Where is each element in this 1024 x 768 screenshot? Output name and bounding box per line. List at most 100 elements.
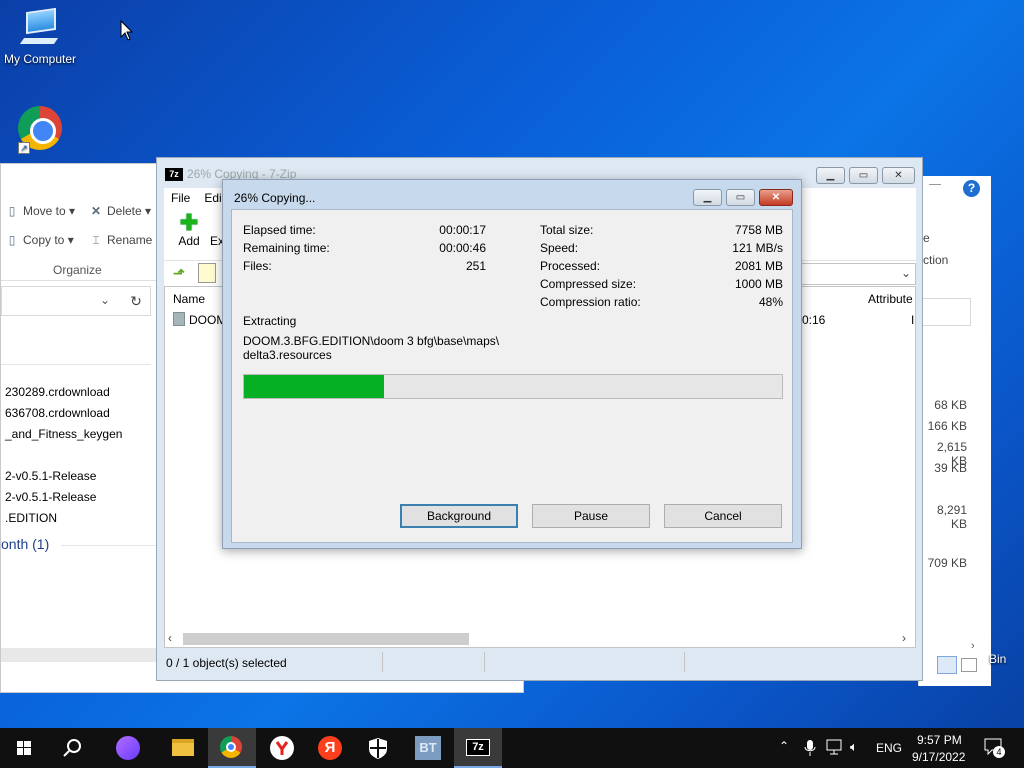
pause-button[interactable]: Pause xyxy=(532,504,650,528)
rename-button[interactable]: ⌶ Rename xyxy=(89,233,152,248)
progress-dialog[interactable]: 26% Copying... ▁ ▭ ✕ Elapsed time: 00:00… xyxy=(222,179,802,549)
move-to-button[interactable]: ▯ Move to ▾ xyxy=(5,204,75,218)
bt-taskbar-button[interactable]: BT xyxy=(404,728,452,768)
desktop-icon-my-computer[interactable]: My Computer xyxy=(0,7,80,66)
file-row-name[interactable]: DOOM xyxy=(189,313,226,327)
security-taskbar-button[interactable] xyxy=(354,728,402,768)
recycle-bin-label: Bin xyxy=(989,652,1007,666)
add-button[interactable]: ✚ Add xyxy=(172,210,206,249)
help-icon[interactable]: ? xyxy=(963,180,980,197)
delete-button[interactable]: ✕ Delete ▾ xyxy=(89,204,151,218)
list-item[interactable]: _and_Fitness_keygen xyxy=(5,427,122,441)
dialog-maximize-button[interactable]: ▭ xyxy=(726,189,755,206)
background-button[interactable]: Background xyxy=(400,504,518,528)
cancel-button[interactable]: Cancel xyxy=(664,504,782,528)
dialog-body: Elapsed time: 00:00:17 Remaining time: 0… xyxy=(231,209,793,543)
list-item[interactable]: 2-v0.5.1-Release xyxy=(5,469,96,483)
yandex-icon: Я xyxy=(318,736,342,760)
language-indicator[interactable]: ENG xyxy=(876,741,902,755)
maximize-button[interactable]: ▭ xyxy=(849,167,878,184)
minimize-button[interactable]: ▁ xyxy=(816,167,845,184)
stat-label: Total size: xyxy=(540,223,594,237)
horizontal-scrollbar[interactable] xyxy=(1,648,161,662)
stat-value: 1000 MB xyxy=(734,277,783,291)
rename-icon: ⌶ xyxy=(92,233,100,247)
7zip-icon: 7z xyxy=(466,739,490,756)
stat-label: Files: xyxy=(243,259,272,273)
scroll-right-icon[interactable]: › xyxy=(902,631,906,645)
group-header[interactable]: onth (1) xyxy=(1,536,49,552)
horizontal-scrollbar-thumb[interactable] xyxy=(183,633,469,645)
current-file-path: DOOM.3.BFG.EDITION\doom 3 bfg\base\maps\ xyxy=(243,334,500,348)
bt-icon: BT xyxy=(415,736,441,760)
background-window-right[interactable]: ? e ction 68 KB 166 KB 2,615 KB 39 KB 8,… xyxy=(918,176,991,686)
dialog-minimize-button[interactable]: ▁ xyxy=(693,189,722,206)
stat-label: Elapsed time: xyxy=(243,223,316,237)
list-item[interactable]: 2-v0.5.1-Release xyxy=(5,490,96,504)
stat-value: 00:00:17 xyxy=(439,223,486,237)
desktop-icon-label: My Computer xyxy=(3,52,77,66)
copy-to-button[interactable]: ▯ Copy to ▾ xyxy=(5,233,74,247)
progress-bar xyxy=(243,374,783,399)
stat-label: Compressed size: xyxy=(540,277,637,291)
microphone-icon[interactable] xyxy=(803,738,817,758)
7zip-taskbar-button[interactable]: 7z xyxy=(454,728,502,768)
start-icon xyxy=(17,741,31,755)
file-explorer-taskbar-button[interactable] xyxy=(158,728,206,768)
volume-icon[interactable]: 🔈︎ xyxy=(850,739,858,755)
column-header-attributes[interactable]: Attribute xyxy=(868,292,913,306)
plus-icon: ✚ xyxy=(179,210,199,235)
ribbon-group-organize: Organize xyxy=(53,263,102,277)
file-size: 709 KB xyxy=(927,556,967,570)
file-size: 39 KB xyxy=(934,461,967,475)
dialog-close-button[interactable]: ✕ xyxy=(759,189,793,206)
network-icon[interactable] xyxy=(826,739,844,757)
chrome-taskbar-button[interactable] xyxy=(208,728,256,768)
chrome-icon xyxy=(220,736,242,758)
scroll-left-icon[interactable]: ‹ xyxy=(168,631,172,645)
status-bar: 0 / 1 object(s) selected xyxy=(164,652,916,674)
chevron-down-icon[interactable]: ⌄ xyxy=(100,293,110,307)
alice-icon xyxy=(116,736,140,760)
folder-up-icon[interactable]: ⬏ xyxy=(170,264,188,282)
notification-count-badge: 4 xyxy=(993,746,1005,758)
path-dropdown[interactable]: ⌄ xyxy=(792,263,916,285)
folder-icon xyxy=(173,312,185,326)
search-button[interactable] xyxy=(48,728,96,768)
search-box[interactable] xyxy=(919,298,971,326)
status-text: 0 / 1 object(s) selected xyxy=(166,656,287,670)
tray-chevron-up-icon[interactable]: ⌃ xyxy=(779,739,789,753)
details-view-icon[interactable] xyxy=(937,656,957,674)
divider xyxy=(1,364,151,365)
stat-label: Remaining time: xyxy=(243,241,330,255)
status-divider xyxy=(382,652,383,672)
delete-icon: ✕ xyxy=(90,204,102,218)
computer-icon xyxy=(18,7,62,48)
notifications-button[interactable]: 4 xyxy=(983,737,1005,758)
chevron-down-icon: ⌄ xyxy=(900,266,911,280)
desktop-icon-chrome[interactable]: ↗ xyxy=(0,106,80,158)
tiles-view-icon[interactable] xyxy=(961,658,977,672)
list-item[interactable]: .EDITION xyxy=(5,511,57,525)
start-button[interactable] xyxy=(0,728,48,768)
list-item[interactable]: 636708.crdownload xyxy=(5,406,110,420)
menu-file[interactable]: File xyxy=(164,188,197,208)
operation-label: Extracting xyxy=(243,314,297,328)
refresh-icon[interactable]: ↻ xyxy=(123,288,149,314)
column-header-name[interactable]: Name xyxy=(173,292,205,306)
list-item[interactable]: 230289.crdownload xyxy=(5,385,110,399)
yandex-taskbar-button[interactable]: Я xyxy=(306,728,354,768)
scroll-right-icon[interactable]: › xyxy=(971,640,975,652)
stat-value: 00:00:46 xyxy=(439,241,486,255)
file-size: 68 KB xyxy=(934,398,967,412)
alice-assistant-button[interactable] xyxy=(104,728,152,768)
clock-time[interactable]: 9:57 PM xyxy=(917,733,962,747)
search-icon xyxy=(63,739,81,757)
clock-date[interactable]: 9/17/2022 xyxy=(912,750,965,764)
yandex-browser-taskbar-button[interactable] xyxy=(258,728,306,768)
yandex-browser-icon xyxy=(270,736,294,760)
close-button[interactable]: ✕ xyxy=(882,167,915,184)
taskbar: Я BT 7z ⌃ 🔈︎ ENG 9:57 PM 9/17/2022 4 xyxy=(0,728,1024,768)
file-row-attr: I xyxy=(911,313,915,327)
status-divider xyxy=(484,652,485,672)
